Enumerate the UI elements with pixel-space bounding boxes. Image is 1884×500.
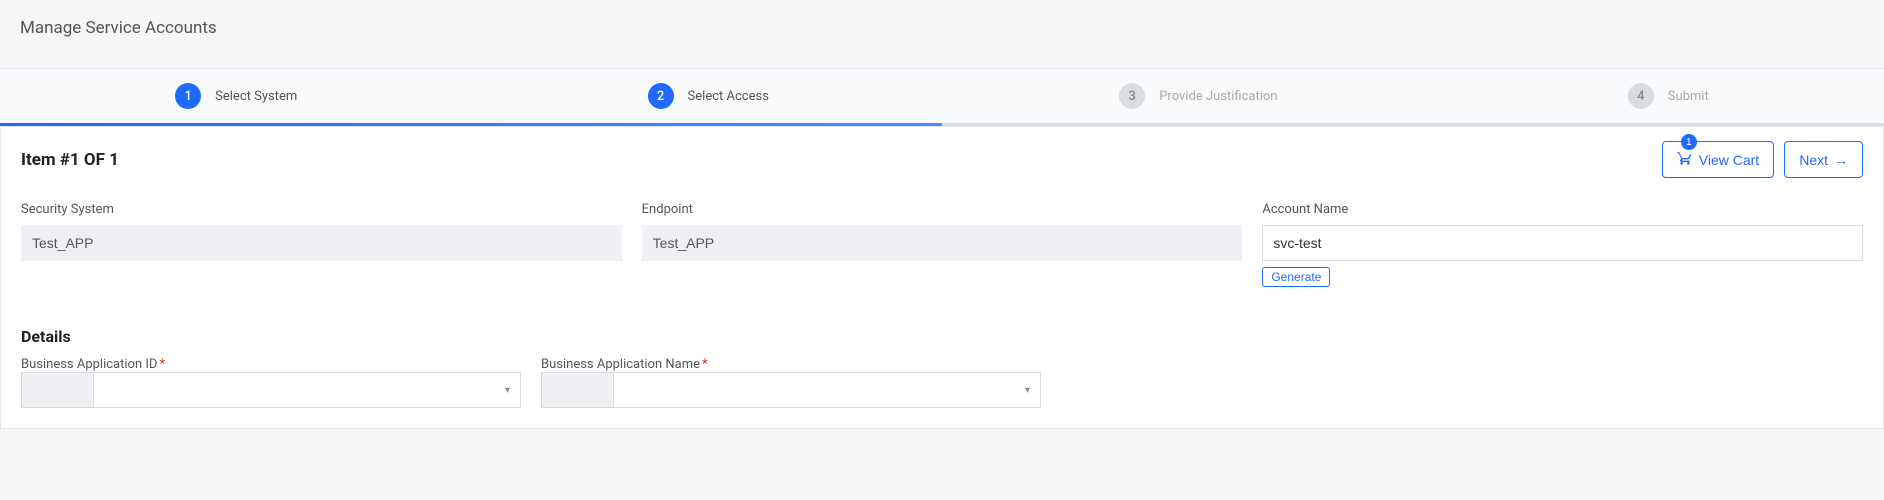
page-header: Manage Service Accounts [0,0,1884,68]
details-section-title: Details [1,307,1883,356]
arrow-right-icon: → [1834,152,1848,168]
step-submit[interactable]: 4 Submit [1628,83,1709,109]
view-cart-button[interactable]: 1 View Cart [1662,141,1774,178]
account-name-label: Account Name [1262,202,1863,217]
chevron-down-icon: ▾ [1025,385,1030,396]
details-row: Business Application ID* ▾ Business Appl… [1,356,1883,428]
progress-fill [0,123,942,126]
business-app-name-label: Business Application Name* [541,357,708,372]
endpoint-field: Endpoint [642,202,1243,287]
endpoint-input [642,225,1243,261]
cart-badge: 1 [1681,134,1697,150]
select-chip-area [542,373,614,407]
required-asterisk: * [159,357,165,372]
account-name-input[interactable] [1262,225,1863,261]
card-header: Item #1 OF 1 1 View Cart Next → [1,127,1883,192]
account-name-field: Account Name Generate [1262,202,1863,287]
business-app-id-field: Business Application ID* ▾ [21,356,521,408]
stepper: 1 Select System 2 Select Access 3 Provid… [0,68,1884,127]
chevron-down-icon: ▾ [505,385,510,396]
security-system-input [21,225,622,261]
next-label: Next [1799,152,1828,168]
cart-icon [1677,150,1693,169]
label-text: Business Application ID [21,357,157,372]
step-number: 2 [648,83,674,109]
step-provide-justification[interactable]: 3 Provide Justification [1119,83,1277,109]
security-system-field: Security System [21,202,622,287]
step-select-system[interactable]: 1 Select System [175,83,297,109]
step-label: Select System [215,89,297,104]
page-title: Manage Service Accounts [20,18,1864,38]
progress-bar [0,123,1884,126]
next-button[interactable]: Next → [1784,141,1863,178]
generate-button[interactable]: Generate [1262,267,1330,287]
business-app-id-label: Business Application ID* [21,357,165,372]
label-text: Business Application Name [541,357,700,372]
business-app-id-select[interactable]: ▾ [21,372,521,408]
step-number: 4 [1628,83,1654,109]
security-system-label: Security System [21,202,622,217]
step-label: Submit [1668,89,1709,104]
step-select-access[interactable]: 2 Select Access [648,83,769,109]
select-chip-area [22,373,94,407]
required-asterisk: * [702,357,708,372]
view-cart-label: View Cart [1699,152,1759,168]
endpoint-label: Endpoint [642,202,1243,217]
business-app-name-field: Business Application Name* ▾ [541,356,1041,408]
step-number: 1 [175,83,201,109]
item-count-label: Item #1 OF 1 [21,150,119,170]
main-card: Item #1 OF 1 1 View Cart Next → Security… [0,127,1884,429]
header-actions: 1 View Cart Next → [1662,141,1863,178]
step-label: Provide Justification [1159,89,1277,104]
business-app-name-select[interactable]: ▾ [541,372,1041,408]
step-label: Select Access [688,89,769,104]
form-row-top: Security System Endpoint Account Name Ge… [1,192,1883,307]
step-number: 3 [1119,83,1145,109]
